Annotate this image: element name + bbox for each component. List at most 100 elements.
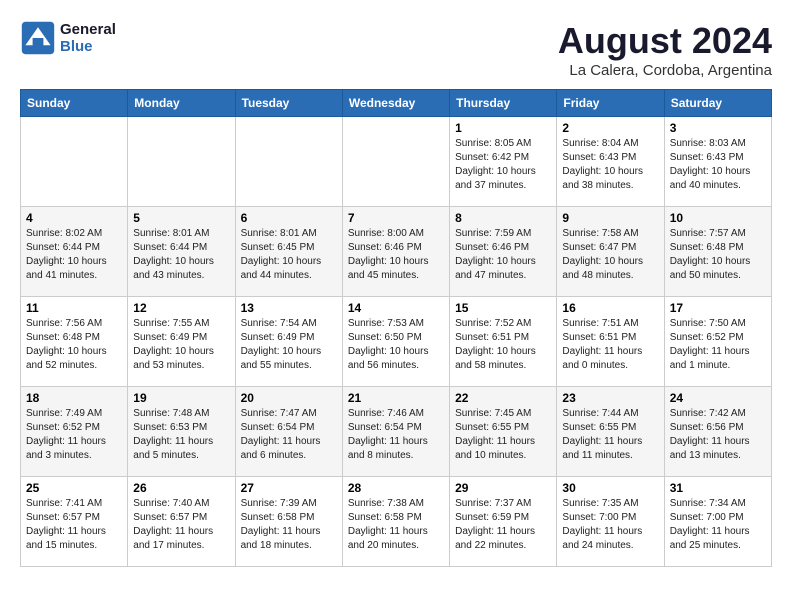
day-info: Sunrise: 7:50 AM Sunset: 6:52 PM Dayligh… xyxy=(670,317,766,373)
day-info: Sunrise: 7:40 AM Sunset: 6:57 PM Dayligh… xyxy=(133,497,229,553)
calendar-cell: 31 Sunrise: 7:34 AM Sunset: 7:00 PM Dayli… xyxy=(664,477,771,567)
subtitle: La Calera, Cordoba, Argentina xyxy=(558,62,772,79)
weekday-header-wednesday: Wednesday xyxy=(342,90,449,117)
weekday-header-thursday: Thursday xyxy=(450,90,557,117)
day-number: 18 xyxy=(26,391,122,405)
day-number: 17 xyxy=(670,301,766,315)
day-info: Sunrise: 7:34 AM Sunset: 7:00 PM Dayligh… xyxy=(670,497,766,553)
calendar-cell: 18 Sunrise: 7:49 AM Sunset: 6:52 PM Dayli… xyxy=(21,387,128,477)
day-number: 21 xyxy=(348,391,444,405)
weekday-header-monday: Monday xyxy=(128,90,235,117)
calendar-cell: 4 Sunrise: 8:02 AM Sunset: 6:44 PM Daylig… xyxy=(21,207,128,297)
day-number: 22 xyxy=(455,391,551,405)
logo-icon xyxy=(20,20,56,56)
calendar-header-row: SundayMondayTuesdayWednesdayThursdayFrid… xyxy=(21,90,772,117)
day-info: Sunrise: 7:54 AM Sunset: 6:49 PM Dayligh… xyxy=(241,317,337,373)
day-number: 24 xyxy=(670,391,766,405)
calendar-cell: 19Sunrise: 7:48 AM Sunset: 6:53 PM Dayli… xyxy=(128,387,235,477)
day-info: Sunrise: 7:35 AM Sunset: 7:00 PM Dayligh… xyxy=(562,497,658,553)
day-number: 29 xyxy=(455,481,551,495)
day-number: 9 xyxy=(562,211,658,225)
day-info: Sunrise: 7:45 AM Sunset: 6:55 PM Dayligh… xyxy=(455,407,551,463)
day-info: Sunrise: 7:57 AM Sunset: 6:48 PM Dayligh… xyxy=(670,227,766,283)
calendar-week-4: 18 Sunrise: 7:49 AM Sunset: 6:52 PM Dayli… xyxy=(21,387,772,477)
day-number: 16 xyxy=(562,301,658,315)
day-number: 1 xyxy=(455,121,551,135)
day-info: Sunrise: 7:56 AM Sunset: 6:48 PM Dayligh… xyxy=(26,317,122,373)
calendar-cell: 22 Sunrise: 7:45 AM Sunset: 6:55 PM Dayli… xyxy=(450,387,557,477)
calendar-cell: 20 Sunrise: 7:47 AM Sunset: 6:54 PM Dayli… xyxy=(235,387,342,477)
calendar-week-1: 1Sunrise: 8:05 AM Sunset: 6:42 PM Daylig… xyxy=(21,117,772,207)
day-number: 30 xyxy=(562,481,658,495)
day-number: 10 xyxy=(670,211,766,225)
calendar-cell: 26Sunrise: 7:40 AM Sunset: 6:57 PM Dayli… xyxy=(128,477,235,567)
day-info: Sunrise: 7:47 AM Sunset: 6:54 PM Dayligh… xyxy=(241,407,337,463)
day-info: Sunrise: 7:59 AM Sunset: 6:46 PM Dayligh… xyxy=(455,227,551,283)
title-block: August 2024 La Calera, Cordoba, Argentin… xyxy=(558,20,772,79)
calendar-cell: 30 Sunrise: 7:35 AM Sunset: 7:00 PM Dayli… xyxy=(557,477,664,567)
day-number: 12 xyxy=(133,301,229,315)
day-number: 5 xyxy=(133,211,229,225)
day-number: 2 xyxy=(562,121,658,135)
day-info: Sunrise: 8:02 AM Sunset: 6:44 PM Dayligh… xyxy=(26,227,122,283)
calendar-cell: 14 Sunrise: 7:53 AM Sunset: 6:50 PM Dayli… xyxy=(342,297,449,387)
day-number: 6 xyxy=(241,211,337,225)
calendar-cell xyxy=(128,117,235,207)
day-number: 31 xyxy=(670,481,766,495)
day-number: 8 xyxy=(455,211,551,225)
day-number: 4 xyxy=(26,211,122,225)
day-number: 19 xyxy=(133,391,229,405)
calendar-cell: 8 Sunrise: 7:59 AM Sunset: 6:46 PM Daylig… xyxy=(450,207,557,297)
calendar-cell: 6Sunrise: 8:01 AM Sunset: 6:45 PM Daylig… xyxy=(235,207,342,297)
day-info: Sunrise: 7:55 AM Sunset: 6:49 PM Dayligh… xyxy=(133,317,229,373)
calendar-cell: 5 Sunrise: 8:01 AM Sunset: 6:44 PM Daylig… xyxy=(128,207,235,297)
calendar-cell: 1Sunrise: 8:05 AM Sunset: 6:42 PM Daylig… xyxy=(450,117,557,207)
day-info: Sunrise: 7:58 AM Sunset: 6:47 PM Dayligh… xyxy=(562,227,658,283)
calendar-cell: 24Sunrise: 7:42 AM Sunset: 6:56 PM Dayli… xyxy=(664,387,771,477)
day-info: Sunrise: 8:04 AM Sunset: 6:43 PM Dayligh… xyxy=(562,137,658,193)
calendar-cell: 29 Sunrise: 7:37 AM Sunset: 6:59 PM Dayli… xyxy=(450,477,557,567)
calendar-cell: 7Sunrise: 8:00 AM Sunset: 6:46 PM Daylig… xyxy=(342,207,449,297)
calendar-cell: 9 Sunrise: 7:58 AM Sunset: 6:47 PM Daylig… xyxy=(557,207,664,297)
day-number: 23 xyxy=(562,391,658,405)
calendar-cell: 12 Sunrise: 7:55 AM Sunset: 6:49 PM Dayli… xyxy=(128,297,235,387)
calendar-cell: 13 Sunrise: 7:54 AM Sunset: 6:49 PM Dayli… xyxy=(235,297,342,387)
calendar-cell: 21 Sunrise: 7:46 AM Sunset: 6:54 PM Dayli… xyxy=(342,387,449,477)
calendar-cell xyxy=(21,117,128,207)
day-info: Sunrise: 8:03 AM Sunset: 6:43 PM Dayligh… xyxy=(670,137,766,193)
weekday-header-saturday: Saturday xyxy=(664,90,771,117)
day-number: 20 xyxy=(241,391,337,405)
day-info: Sunrise: 7:49 AM Sunset: 6:52 PM Dayligh… xyxy=(26,407,122,463)
day-info: Sunrise: 8:01 AM Sunset: 6:44 PM Dayligh… xyxy=(133,227,229,283)
page-header: General Blue August 2024 La Calera, Cord… xyxy=(20,20,772,79)
day-info: Sunrise: 7:52 AM Sunset: 6:51 PM Dayligh… xyxy=(455,317,551,373)
day-info: Sunrise: 7:41 AM Sunset: 6:57 PM Dayligh… xyxy=(26,497,122,553)
day-info: Sunrise: 7:46 AM Sunset: 6:54 PM Dayligh… xyxy=(348,407,444,463)
calendar-table: SundayMondayTuesdayWednesdayThursdayFrid… xyxy=(20,89,772,567)
calendar-cell: 15Sunrise: 7:52 AM Sunset: 6:51 PM Dayli… xyxy=(450,297,557,387)
calendar-cell: 28 Sunrise: 7:38 AM Sunset: 6:58 PM Dayli… xyxy=(342,477,449,567)
day-number: 3 xyxy=(670,121,766,135)
calendar-cell xyxy=(342,117,449,207)
calendar-week-2: 4 Sunrise: 8:02 AM Sunset: 6:44 PM Daylig… xyxy=(21,207,772,297)
day-number: 28 xyxy=(348,481,444,495)
logo: General Blue xyxy=(20,20,116,56)
calendar-cell: 3 Sunrise: 8:03 AM Sunset: 6:43 PM Daylig… xyxy=(664,117,771,207)
day-info: Sunrise: 7:53 AM Sunset: 6:50 PM Dayligh… xyxy=(348,317,444,373)
main-title: August 2024 xyxy=(558,20,772,62)
calendar-cell: 27 Sunrise: 7:39 AM Sunset: 6:58 PM Dayli… xyxy=(235,477,342,567)
calendar-cell: 2 Sunrise: 8:04 AM Sunset: 6:43 PM Daylig… xyxy=(557,117,664,207)
logo-text: General Blue xyxy=(60,21,116,55)
day-info: Sunrise: 7:38 AM Sunset: 6:58 PM Dayligh… xyxy=(348,497,444,553)
calendar-cell: 16Sunrise: 7:51 AM Sunset: 6:51 PM Dayli… xyxy=(557,297,664,387)
calendar-cell: 25Sunrise: 7:41 AM Sunset: 6:57 PM Dayli… xyxy=(21,477,128,567)
day-number: 11 xyxy=(26,301,122,315)
weekday-header-friday: Friday xyxy=(557,90,664,117)
day-info: Sunrise: 7:39 AM Sunset: 6:58 PM Dayligh… xyxy=(241,497,337,553)
day-number: 7 xyxy=(348,211,444,225)
day-info: Sunrise: 7:37 AM Sunset: 6:59 PM Dayligh… xyxy=(455,497,551,553)
day-info: Sunrise: 7:44 AM Sunset: 6:55 PM Dayligh… xyxy=(562,407,658,463)
day-number: 13 xyxy=(241,301,337,315)
day-number: 27 xyxy=(241,481,337,495)
day-number: 14 xyxy=(348,301,444,315)
